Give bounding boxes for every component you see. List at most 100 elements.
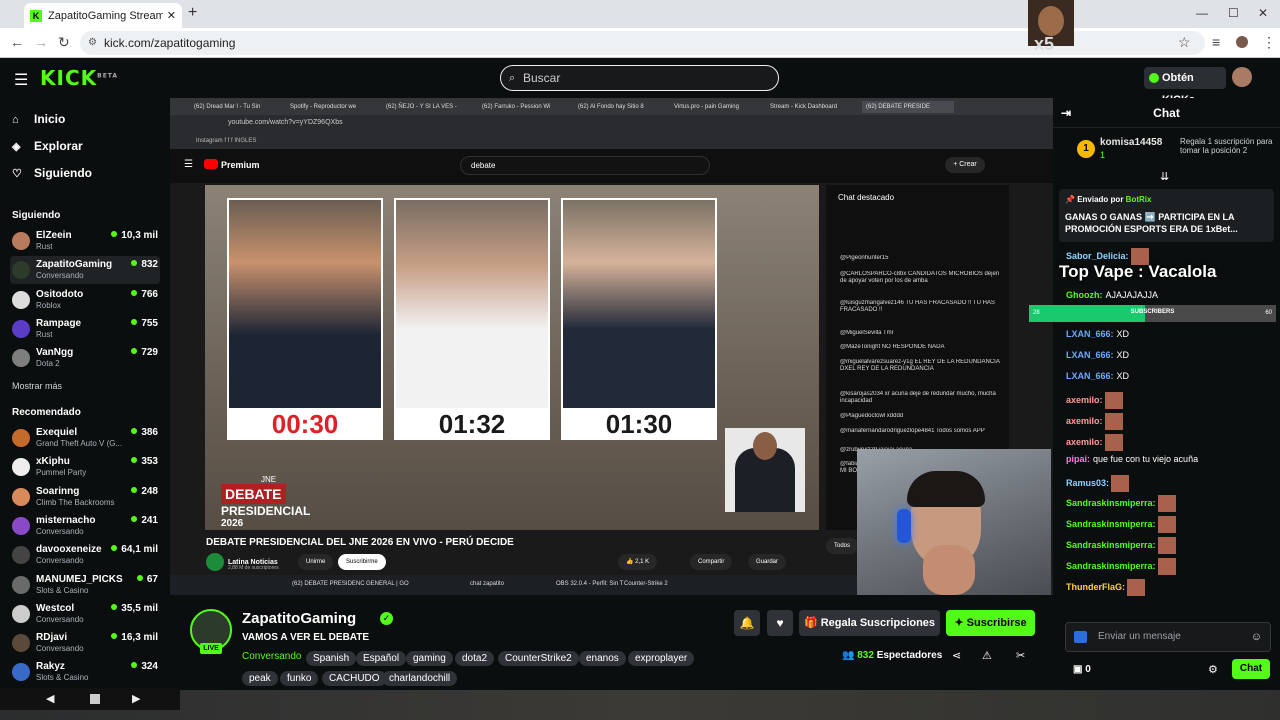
subscribe-button[interactable]: ✦ Suscribirse [946, 610, 1035, 636]
bookmark-star-icon[interactable]: ☆ [1178, 34, 1191, 51]
sidebar-channel-ositodoto[interactable]: Ositodoto Roblox 766 [10, 286, 160, 314]
sidebar-channel-vanngg[interactable]: VanNgg Dota 2 729 [10, 344, 160, 372]
chat-message: axemilo: [1066, 434, 1123, 451]
chat-input[interactable]: Enviar un mensaje ☺ [1065, 622, 1271, 652]
sidebar-channel-rdjavi[interactable]: RDjavi Conversando 16,3 mil [10, 629, 160, 657]
search-input[interactable]: ⌕ Buscar [500, 65, 779, 91]
stream-tag[interactable]: enanos [579, 651, 626, 666]
leader-user[interactable]: komisa14458 [1100, 137, 1162, 148]
close-window-icon[interactable]: ✕ [1258, 6, 1268, 20]
emoji-icon[interactable]: ☺ [1251, 623, 1262, 651]
expand-leaderboard-icon[interactable]: ⇊ [1160, 170, 1169, 183]
emote-icon [1157, 495, 1176, 512]
chat-username[interactable]: Ghoozh: [1066, 290, 1103, 300]
streamer-name[interactable]: ZapatitoGaming [242, 610, 356, 627]
profile-avatar[interactable] [1236, 36, 1248, 48]
stream-tag[interactable]: funko [280, 671, 319, 686]
chat-username[interactable]: Sabor_Delicia: [1066, 251, 1129, 261]
sidebar-channel-elzeein[interactable]: ElZeein Rust 10,3 mil [10, 227, 160, 255]
site-info-icon[interactable]: ⚙ [88, 31, 97, 55]
follow-heart-icon[interactable]: ♥ [767, 610, 793, 636]
sidebar-channel-xkiphu[interactable]: xKiphu Pummel Party 353 [10, 453, 160, 481]
stream-tag[interactable]: exproplayer [628, 651, 695, 666]
notification-bell-icon[interactable]: 🔔 [734, 610, 760, 636]
stream-tag[interactable]: CounterStrike2 [498, 651, 579, 666]
channel-avatar [12, 604, 30, 623]
chat-username[interactable]: pipai: [1066, 454, 1090, 464]
sidebar-channel-zapatitogaming[interactable]: ZapatitoGaming Conversando 832 [10, 256, 160, 285]
close-tab-icon[interactable]: ✕ [167, 9, 176, 22]
following-heading: Siguiendo [12, 210, 61, 221]
sidebar-channel-davooxeneize[interactable]: davooxeneize Conversando 64,1 mil [10, 541, 160, 569]
chat-panel: ⇥ Chat 1 komisa14458 1 Regala 1 suscripc… [1053, 98, 1280, 690]
user-avatar[interactable] [1232, 67, 1252, 87]
sidebar-channel-rampage[interactable]: Rampage Rust 755 [10, 315, 160, 343]
sidebar-channel-rakyz[interactable]: Rakyz Slots & Casino 324 [10, 658, 160, 686]
chat-settings-icon[interactable]: ⚙ [1208, 663, 1218, 676]
browser-tab[interactable]: K ZapatitoGaming Stream - V ✕ [24, 3, 182, 28]
chat-username[interactable]: LXAN_666: [1066, 371, 1114, 381]
scroll-left-icon[interactable]: ◀ [46, 692, 54, 705]
minimize-icon[interactable]: — [1196, 6, 1208, 20]
reload-icon[interactable]: ↻ [58, 34, 70, 51]
stream-tag[interactable]: CACHUDO [322, 671, 387, 686]
stream-tag[interactable]: Spanish [306, 651, 357, 666]
chat-username[interactable]: LXAN_666: [1066, 350, 1114, 360]
horizontal-scroll-control[interactable]: ◀ ▶ [0, 688, 180, 710]
yt-chat-line: @MazeTonight NO RESPONDE NADA [840, 344, 945, 350]
pinned-message[interactable]: 📌 Enviado por BotRix GANAS O GANAS ➡️ PA… [1059, 189, 1274, 242]
captured-browser-tabs: (62) Dread Mar I - Tu Sin Spotify - Repro… [170, 98, 1053, 115]
sidebar-channel-misternacho[interactable]: misternacho Conversando 241 [10, 512, 160, 540]
channel-points[interactable]: ▣ 0 [1073, 664, 1091, 675]
chat-message: axemilo: [1066, 413, 1123, 430]
channel-viewers: 35,5 mil [111, 603, 158, 614]
reading-list-icon[interactable]: ≡ [1212, 34, 1220, 50]
points-icon: ▣ [1073, 664, 1083, 675]
collapse-chat-icon[interactable]: ⇥ [1061, 98, 1071, 128]
chat-username[interactable]: Sandraskinsmiperra: [1066, 540, 1156, 550]
chat-username[interactable]: Sandraskinsmiperra: [1066, 498, 1156, 508]
chat-username[interactable]: Sandraskinsmiperra: [1066, 561, 1156, 571]
new-tab-icon[interactable]: + [188, 4, 197, 22]
sidebar-channel-exequiel[interactable]: Exequiel Grand Theft Auto V (G... 386 [10, 424, 160, 452]
chat-username[interactable]: axemilo: [1066, 416, 1103, 426]
stream-tag[interactable]: dota2 [455, 651, 495, 666]
back-icon[interactable]: ← [10, 34, 24, 50]
chat-username[interactable]: Sandraskinsmiperra: [1066, 519, 1156, 529]
nav-inicio[interactable]: ⌂ Inicio [12, 112, 65, 126]
chat-send-button[interactable]: Chat [1232, 659, 1270, 679]
kick-logo[interactable]: KICKBETA [40, 66, 118, 90]
pinned-by-user: BotRix [1125, 195, 1152, 204]
stream-tag[interactable]: peak [242, 671, 278, 686]
scroll-thumb[interactable] [90, 694, 100, 704]
browser-menu-icon[interactable]: ⋮ [1262, 34, 1276, 51]
maximize-icon[interactable]: ☐ [1228, 6, 1239, 20]
scroll-right-icon[interactable]: ▶ [132, 692, 140, 705]
kick-emote-icon[interactable] [1074, 631, 1087, 643]
show-more-link[interactable]: Mostrar más [12, 381, 62, 391]
nav-explorar[interactable]: ◈ Explorar [12, 139, 83, 153]
chat-message: Ramus03: [1066, 475, 1130, 492]
clip-icon[interactable]: ✂ [1016, 649, 1025, 662]
chat-message: LXAN_666: XD [1066, 371, 1129, 381]
chat-username[interactable]: axemilo: [1066, 437, 1103, 447]
gift-subs-button[interactable]: 🎁 Regala Suscripciones [799, 610, 940, 636]
sidebar-channel-soarinng[interactable]: Soarinng Climb The Backrooms 248 [10, 483, 160, 511]
sidebar-channel-manumej_picks[interactable]: MANUMEJ_PICKS Slots & Casino 67 [10, 571, 160, 599]
chat-username[interactable]: axemilo: [1066, 395, 1103, 405]
chat-username[interactable]: ThunderFlaG: [1066, 582, 1125, 592]
stream-tag[interactable]: Español [356, 651, 407, 666]
sidebar-channel-westcol[interactable]: Westcol Conversando 35,5 mil [10, 600, 160, 628]
get-kicks-button[interactable]: Obtén KICKs [1144, 67, 1226, 106]
report-icon[interactable]: ⚠ [982, 649, 992, 662]
stream-tag[interactable]: gaming [406, 651, 453, 666]
chat-username[interactable]: Ramus03: [1066, 478, 1109, 488]
stream-tag[interactable]: charlandochill [382, 671, 458, 686]
nav-siguiendo[interactable]: ♡ Siguiendo [12, 166, 92, 180]
stream-category[interactable]: Conversando [242, 651, 301, 662]
top-vape-overlay: Top Vape : Vacalola [1059, 262, 1217, 281]
share-icon[interactable]: ⋖ [952, 649, 961, 662]
menu-icon[interactable]: ☰ [14, 70, 28, 90]
chat-username[interactable]: LXAN_666: [1066, 329, 1114, 339]
forward-icon[interactable]: → [34, 34, 48, 50]
